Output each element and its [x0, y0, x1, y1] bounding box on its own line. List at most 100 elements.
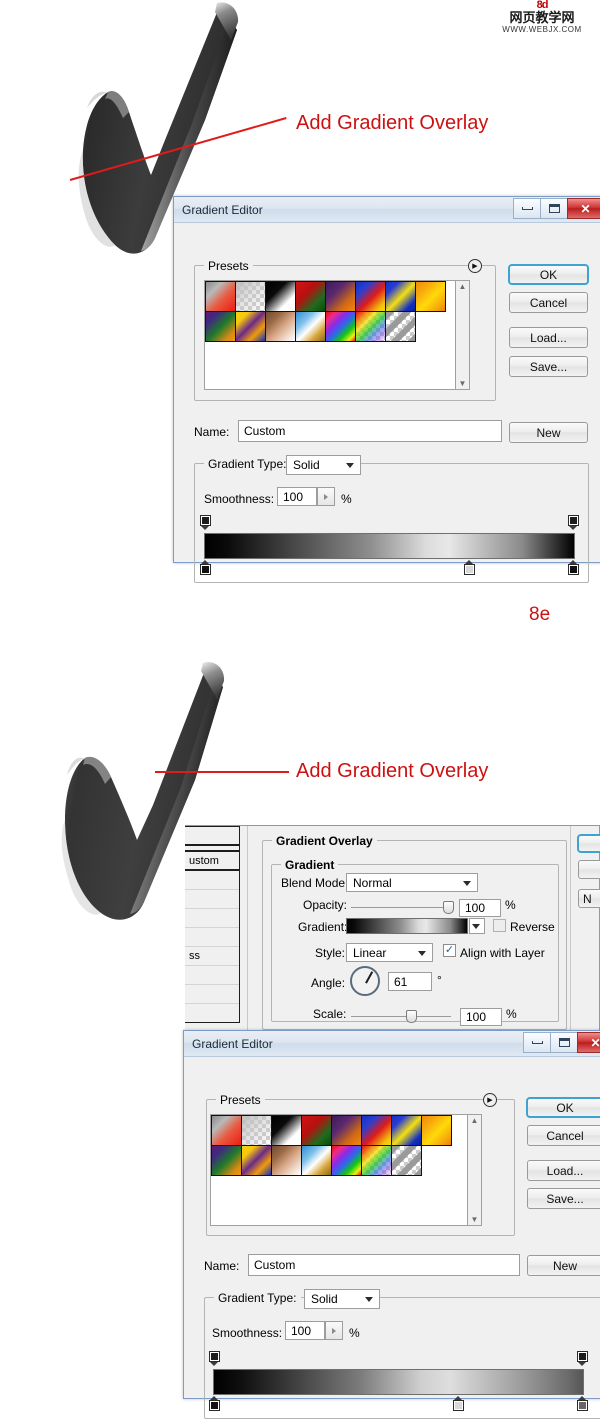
gradient-preset-violet-orange[interactable] [325, 281, 356, 312]
opacity-slider-thumb[interactable] [443, 901, 454, 914]
list-item[interactable] [185, 871, 239, 890]
presets-well-2[interactable] [210, 1114, 482, 1226]
gradient-preset-black-white[interactable] [265, 281, 296, 312]
layer-style-effects-list[interactable]: ustom ss [185, 826, 240, 1023]
gradient-opacity-stop[interactable] [200, 515, 211, 530]
list-item[interactable]: ustom [185, 852, 239, 871]
gradient-editor-titlebar[interactable]: Gradient Editor ✕ [174, 197, 600, 223]
gradient-color-stop[interactable] [209, 1396, 220, 1411]
style-select[interactable]: Linear [346, 943, 433, 962]
gradient-color-stop[interactable] [577, 1396, 588, 1411]
gradient-preset-spectrum[interactable] [331, 1145, 362, 1176]
smoothness-stepper[interactable] [317, 487, 335, 506]
presets-grid[interactable] [205, 281, 454, 342]
load-button[interactable]: Load... [509, 327, 588, 348]
list-item[interactable]: ss [185, 947, 239, 966]
gradient-preset-yellow-violet-orange-blue[interactable] [241, 1145, 272, 1176]
gradient-type-select[interactable]: Solid [286, 455, 361, 475]
gradient-preset-foreground-to-background[interactable] [211, 1115, 242, 1146]
maximize-icon[interactable] [540, 198, 567, 219]
list-item[interactable] [185, 909, 239, 928]
scale-slider-track[interactable] [351, 1016, 451, 1017]
smoothness-input-2[interactable]: 100 [285, 1321, 325, 1340]
presets-grid-2[interactable] [211, 1115, 464, 1176]
gradient-preset-transparent-rainbow[interactable] [355, 311, 386, 342]
minimize-icon[interactable] [523, 1032, 550, 1053]
gradient-preset-black-white[interactable] [271, 1115, 302, 1146]
angle-dial[interactable] [350, 966, 380, 996]
window-controls[interactable]: ✕ [513, 197, 600, 219]
gradient-preset-copper[interactable] [265, 311, 296, 342]
reverse-checkbox[interactable] [493, 919, 506, 932]
gradient-preview-strip[interactable] [204, 533, 575, 559]
gradient-opacity-stop[interactable] [209, 1351, 220, 1366]
gradient-preset-chrome[interactable] [301, 1145, 332, 1176]
gradient-preset-transparent-stripes[interactable] [391, 1145, 422, 1176]
window-controls-2[interactable]: ✕ [523, 1031, 600, 1053]
gradient-editor-dialog[interactable]: Gradient Editor ✕ Presets ▶ ▲ ▼ OK Cance… [173, 196, 600, 583]
gradient-preset-chrome[interactable] [295, 311, 326, 342]
scale-input[interactable]: 100 [460, 1008, 502, 1026]
layer-style-ok-button[interactable] [577, 834, 600, 853]
gradient-preset-violet-orange[interactable] [331, 1115, 362, 1146]
presets-well[interactable] [204, 280, 469, 390]
list-item[interactable] [185, 890, 239, 909]
minimize-icon[interactable] [513, 198, 540, 219]
gradient-type-select-2[interactable]: Solid [304, 1289, 380, 1309]
scroll-up-icon[interactable]: ▲ [459, 281, 467, 292]
gradient-preset-blue-red-yellow[interactable] [361, 1115, 392, 1146]
layer-style-new-style-button[interactable]: N [578, 889, 600, 908]
list-item[interactable] [185, 985, 239, 1004]
blend-mode-select[interactable]: Normal [346, 873, 478, 892]
ok-button-2[interactable]: OK [526, 1097, 600, 1118]
gradient-preset-red-green[interactable] [295, 281, 326, 312]
gradient-color-stop[interactable] [568, 560, 579, 575]
gradient-preset-foreground-to-background[interactable] [205, 281, 236, 312]
new-button-2[interactable]: New [527, 1255, 600, 1276]
gradient-preset-yellow-violet-orange-blue[interactable] [235, 311, 266, 342]
presets-menu-icon-2[interactable]: ▶ [483, 1093, 497, 1107]
close-icon[interactable]: ✕ [567, 198, 600, 219]
ok-button[interactable]: OK [508, 264, 589, 285]
align-with-layer-checkbox[interactable]: ✓ [443, 944, 456, 957]
name-input-2[interactable]: Custom [248, 1254, 520, 1276]
scroll-up-icon[interactable]: ▲ [471, 1115, 479, 1126]
gradient-color-stop[interactable] [464, 560, 475, 575]
gradient-swatch[interactable] [346, 918, 468, 934]
save-button-2[interactable]: Save... [527, 1188, 600, 1209]
gradient-editor-2-titlebar[interactable]: Gradient Editor ✕ [184, 1031, 600, 1057]
gradient-preset-orange-yellow-orange[interactable] [421, 1115, 452, 1146]
list-item[interactable] [185, 966, 239, 985]
gradient-preset-red-green[interactable] [301, 1115, 332, 1146]
layer-style-cancel-button[interactable] [578, 860, 600, 879]
opacity-slider-track[interactable] [351, 907, 451, 908]
cancel-button-2[interactable]: Cancel [527, 1125, 600, 1146]
gradient-picker-dropdown[interactable] [469, 918, 485, 934]
gradient-preset-violet-green-orange[interactable] [205, 311, 236, 342]
scale-slider-thumb[interactable] [406, 1010, 417, 1023]
gradient-preview-strip-2[interactable] [213, 1369, 584, 1395]
presets-menu-icon[interactable]: ▶ [468, 259, 482, 273]
load-button-2[interactable]: Load... [527, 1160, 600, 1181]
gradient-opacity-stop[interactable] [568, 515, 579, 530]
gradient-preset-spectrum[interactable] [325, 311, 356, 342]
smoothness-stepper-2[interactable] [325, 1321, 343, 1340]
maximize-icon[interactable] [550, 1032, 577, 1053]
list-item[interactable] [185, 928, 239, 947]
gradient-preset-violet-green-orange[interactable] [211, 1145, 242, 1176]
scroll-down-icon[interactable]: ▼ [471, 1214, 479, 1225]
opacity-input[interactable]: 100 [459, 899, 501, 917]
scroll-down-icon[interactable]: ▼ [459, 378, 467, 389]
gradient-preset-transparent-stripes[interactable] [385, 311, 416, 342]
gradient-preset-orange-yellow-orange[interactable] [415, 281, 446, 312]
gradient-preset-foreground-to-transparent[interactable] [235, 281, 266, 312]
smoothness-input[interactable]: 100 [277, 487, 317, 506]
presets-scrollbar-2[interactable]: ▲ ▼ [467, 1114, 482, 1226]
layer-style-dialog[interactable]: ustom ss Gradient Overlay Gradient Blend… [185, 825, 600, 1042]
gradient-preset-blue-yellow-blue[interactable] [391, 1115, 422, 1146]
gradient-preset-blue-red-yellow[interactable] [355, 281, 386, 312]
cancel-button[interactable]: Cancel [509, 292, 588, 313]
gradient-opacity-stop[interactable] [577, 1351, 588, 1366]
presets-scrollbar[interactable]: ▲ ▼ [455, 280, 470, 390]
gradient-editor-dialog-2[interactable]: Gradient Editor ✕ Presets ▶ ▲ ▼ OK Cance… [183, 1030, 600, 1419]
